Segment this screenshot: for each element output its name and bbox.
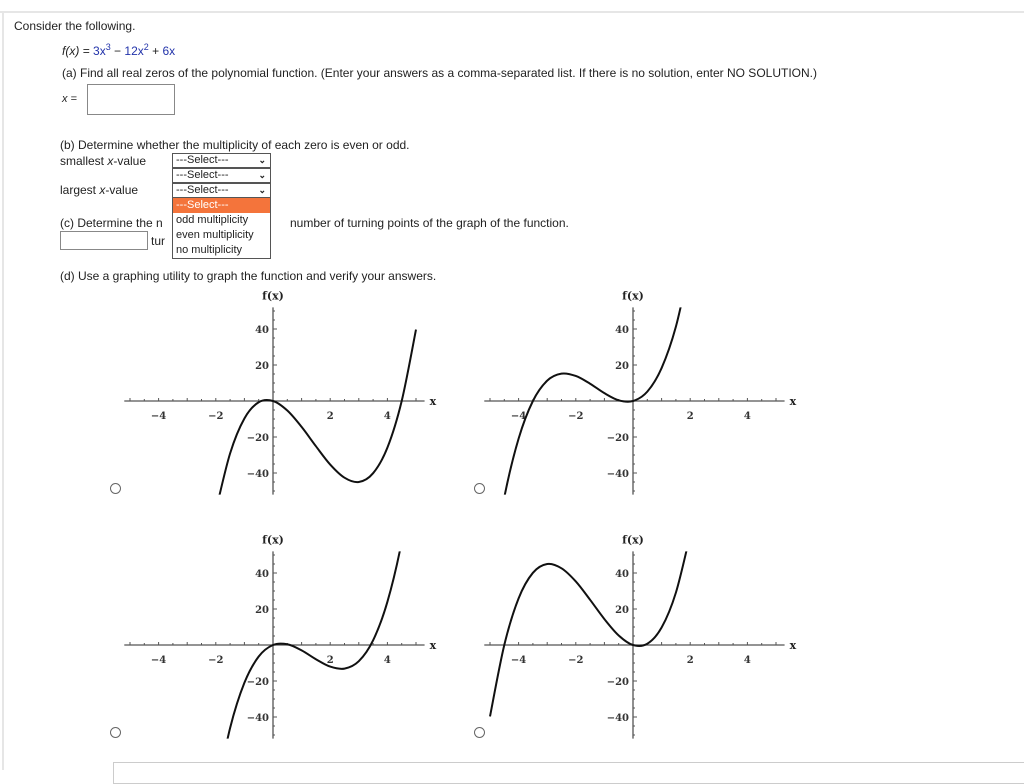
x-axis-label: x [430, 395, 437, 408]
dropdown-option-none[interactable]: no multiplicity [173, 243, 270, 258]
x-tick-label: −2 [208, 411, 223, 422]
x-tick-label: 2 [687, 655, 694, 666]
y-tick-label: 40 [615, 569, 629, 580]
x-tick-label: −4 [151, 411, 166, 422]
y-axis-label: f(x) [262, 289, 284, 302]
graph-3: −4 −2 2 4 40 20 −20 −40 x f(x) [124, 533, 437, 739]
x-tick-label: −2 [568, 655, 583, 666]
dropdown-option-even[interactable]: even multiplicity [173, 228, 270, 243]
x-tick-label: 2 [327, 411, 334, 422]
dropdown-option-odd[interactable]: odd multiplicity [173, 213, 270, 228]
y-tick-label: −20 [607, 433, 629, 444]
x-tick-label: 4 [744, 411, 751, 422]
x-tick-label: −4 [511, 655, 526, 666]
y-tick-label: 20 [255, 361, 269, 372]
graph-1: −4 −2 2 4 40 20 −20 −40 x f(x) [124, 289, 437, 495]
y-tick-label: −40 [247, 469, 269, 480]
y-tick-label: −20 [607, 677, 629, 688]
x-tick-label: 2 [687, 411, 694, 422]
y-axis-label: f(x) [622, 289, 644, 302]
dropdown-option-select[interactable]: ---Select--- [173, 198, 270, 213]
y-tick-label: −20 [247, 677, 269, 688]
x-tick-label: −2 [568, 411, 583, 422]
x-tick-label: 4 [384, 411, 391, 422]
y-tick-label: 40 [615, 325, 629, 336]
x-tick-label: 2 [327, 655, 334, 666]
y-axis-label: f(x) [622, 533, 644, 546]
y-tick-label: 20 [615, 605, 629, 616]
y-tick-label: −40 [247, 713, 269, 724]
function-curve [503, 307, 682, 495]
y-tick-label: −20 [247, 433, 269, 444]
x-tick-label: −4 [151, 655, 166, 666]
x-axis-label: x [430, 639, 437, 652]
function-curve [489, 551, 688, 717]
next-section-box [113, 762, 1024, 784]
x-tick-label: 4 [744, 655, 751, 666]
x-tick-label: 4 [384, 655, 391, 666]
y-tick-label: 40 [255, 325, 269, 336]
y-axis-label: f(x) [262, 533, 284, 546]
x-axis-label: x [790, 395, 797, 408]
y-tick-label: 20 [615, 361, 629, 372]
x-tick-label: −2 [208, 655, 223, 666]
graph-4: −4 −2 2 4 40 20 −20 −40 x f(x) [484, 533, 797, 739]
multiplicity-dropdown-list: ---Select--- odd multiplicity even multi… [172, 197, 271, 259]
graph-options: −4 −2 2 4 40 20 −20 −40 x f(x) −4 −2 2 4 40 20 −20 −40 x f(… [124, 289, 797, 739]
y-tick-label: 20 [255, 605, 269, 616]
y-tick-label: −40 [607, 713, 629, 724]
y-tick-label: −40 [607, 469, 629, 480]
y-tick-label: 40 [255, 569, 269, 580]
x-axis-label: x [790, 639, 797, 652]
